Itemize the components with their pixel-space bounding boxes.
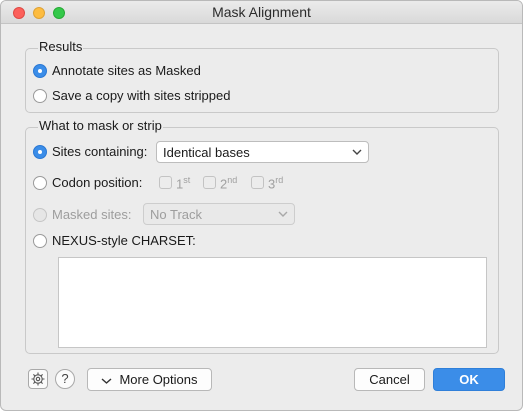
codon-position-radio[interactable] <box>33 176 47 190</box>
mask-strip-group-title: What to mask or strip <box>38 118 163 134</box>
save-stripped-copy-radio[interactable] <box>33 89 47 103</box>
codon-position-1-checkbox[interactable] <box>159 176 172 189</box>
settings-button[interactable] <box>28 369 48 389</box>
help-button[interactable]: ? <box>55 369 75 389</box>
nexus-charset-radio[interactable] <box>33 234 47 248</box>
gear-icon <box>31 372 45 386</box>
sites-containing-value: Identical bases <box>163 145 250 160</box>
annotate-masked-radio[interactable] <box>33 64 47 78</box>
codon-position-3-label: 3rd <box>268 175 284 192</box>
chevron-down-icon <box>352 149 362 155</box>
masked-sites-radio[interactable] <box>33 208 47 222</box>
codon-position-label[interactable]: Codon position: <box>52 175 142 190</box>
codon-position-2-checkbox[interactable] <box>203 176 216 189</box>
sites-containing-label[interactable]: Sites containing: <box>52 144 147 159</box>
nexus-charset-label[interactable]: NEXUS-style CHARSET: <box>52 233 196 248</box>
ok-button[interactable]: OK <box>433 368 505 391</box>
chevron-down-icon <box>278 211 288 217</box>
results-group: Results <box>25 39 499 113</box>
codon-position-1-label: 1st <box>176 175 191 192</box>
more-options-button[interactable]: More Options <box>87 368 212 391</box>
codon-position-3-checkbox[interactable] <box>251 176 264 189</box>
title-bar[interactable]: Mask Alignment <box>1 1 522 24</box>
save-stripped-copy-label[interactable]: Save a copy with sites stripped <box>52 88 230 103</box>
masked-sites-value: No Track <box>150 207 203 222</box>
more-options-label: More Options <box>119 372 198 387</box>
help-icon: ? <box>61 371 69 386</box>
window-title: Mask Alignment <box>212 4 311 20</box>
dialog-window: Mask Alignment Results Annotate sites as… <box>0 0 523 411</box>
masked-sites-label: Masked sites: <box>52 207 132 222</box>
results-group-title: Results <box>38 39 84 55</box>
codon-position-2-label: 2nd <box>220 175 238 192</box>
nexus-charset-textarea[interactable] <box>58 257 487 348</box>
chevron-down-icon <box>102 378 112 384</box>
cancel-button[interactable]: Cancel <box>354 368 425 391</box>
annotate-masked-label[interactable]: Annotate sites as Masked <box>52 63 201 78</box>
sites-containing-radio[interactable] <box>33 145 47 159</box>
sites-containing-dropdown[interactable]: Identical bases <box>156 141 369 163</box>
masked-sites-dropdown[interactable]: No Track <box>143 203 295 225</box>
